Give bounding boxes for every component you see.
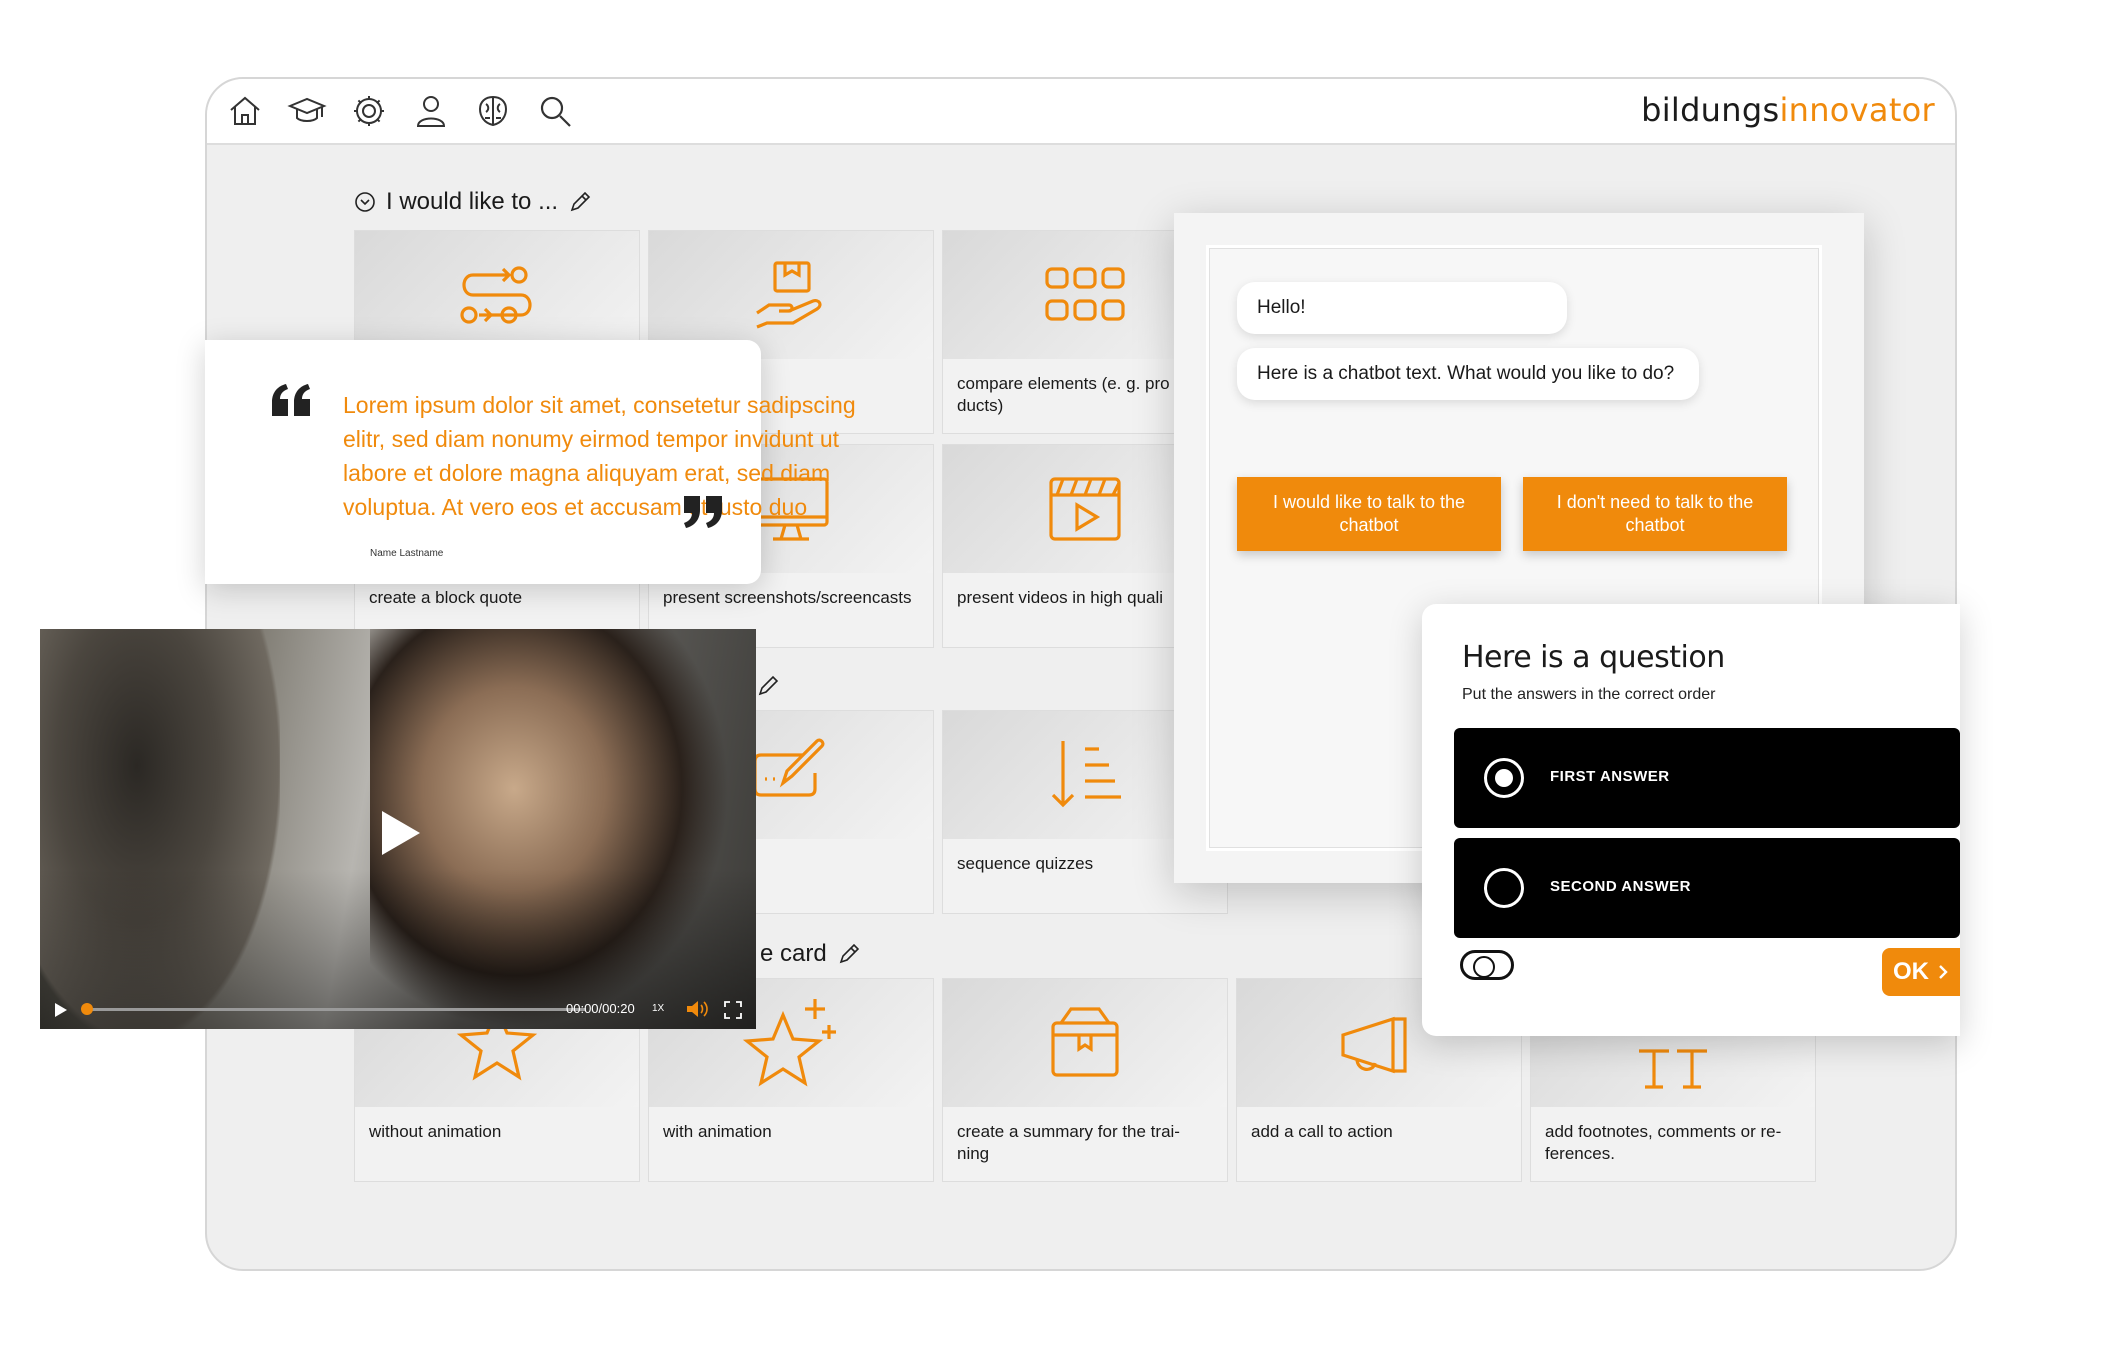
- home-icon[interactable]: [225, 91, 265, 131]
- play-small-icon[interactable]: [54, 1002, 68, 1018]
- section-title-text: e card: [760, 940, 827, 967]
- chevron-right-icon: [1939, 965, 1948, 979]
- top-bar: bildungsinnovator: [207, 79, 1955, 145]
- tile-label: present screenshots/screencasts: [663, 588, 912, 607]
- chat-message-text: Hello!: [1257, 297, 1306, 318]
- volume-icon[interactable]: [686, 1000, 708, 1018]
- video-clapper-icon: [1049, 477, 1121, 541]
- pencil-icon[interactable]: [837, 942, 861, 966]
- fullscreen-icon[interactable]: [724, 1001, 742, 1019]
- radio-selected-icon[interactable]: [1484, 758, 1524, 798]
- talk-to-chatbot-button[interactable]: I would like to talk to the chatbot: [1237, 477, 1501, 551]
- search-icon[interactable]: [535, 91, 575, 131]
- dont-talk-to-chatbot-button[interactable]: I don't need to talk to the chatbot: [1523, 477, 1787, 551]
- video-time: 00:00/00:20: [566, 1001, 635, 1016]
- video-controls: 00:00/00:20 1X: [40, 989, 756, 1029]
- section-title-text: I would like to ...: [386, 188, 559, 215]
- toggle-switch[interactable]: [1460, 950, 1514, 980]
- answer-option-2[interactable]: SECOND ANSWER: [1454, 838, 1960, 938]
- progress-handle[interactable]: [81, 1003, 93, 1015]
- pen-edit-icon: [753, 738, 825, 797]
- quote-author: Name Lastname: [370, 548, 444, 559]
- grid-icon: [1045, 267, 1125, 321]
- pencil-icon[interactable]: [756, 674, 780, 698]
- answer-label: SECOND ANSWER: [1550, 878, 1691, 895]
- play-icon[interactable]: [378, 809, 422, 857]
- nav-icons: [225, 91, 575, 131]
- video-player[interactable]: 00:00/00:20 1X: [40, 629, 756, 1029]
- answer-label: FIRST ANSWER: [1550, 768, 1670, 785]
- graduation-cap-icon[interactable]: [287, 91, 327, 131]
- sort-descending-icon: [1051, 741, 1121, 808]
- tile-label: add footnotes, comments or re- ferences.: [1545, 1122, 1782, 1163]
- chat-message-text: Here is a chatbot text. What would you l…: [1257, 363, 1675, 384]
- section-title-1[interactable]: I would like to ...: [354, 188, 592, 216]
- brand-part-2: innovator: [1779, 91, 1935, 129]
- user-icon[interactable]: [411, 91, 451, 131]
- path-flow-icon: [460, 266, 532, 324]
- answer-option-1[interactable]: FIRST ANSWER: [1454, 728, 1960, 828]
- video-progress-bar[interactable]: [81, 1003, 586, 1015]
- tile-label: add a call to action: [1251, 1122, 1393, 1141]
- playback-speed[interactable]: 1X: [652, 1003, 664, 1014]
- ok-button-label: OK: [1893, 958, 1929, 985]
- chat-bubble-1: Hello!: [1237, 282, 1567, 334]
- radio-unselected-icon[interactable]: [1484, 868, 1524, 908]
- brain-icon[interactable]: [473, 91, 513, 131]
- tile-summary[interactable]: create a summary for the trai- ning: [942, 978, 1228, 1182]
- question-title: Here is a question: [1462, 640, 1725, 675]
- brand-logo: bildungsinnovator: [1641, 91, 1935, 129]
- quote-close-icon: [684, 496, 722, 528]
- star-sparkle-icon: [743, 999, 836, 1087]
- section-title-3[interactable]: e card: [760, 940, 861, 968]
- tile-label: without animation: [369, 1122, 502, 1141]
- tile-label: create a block quote: [369, 588, 523, 607]
- quote-open-icon: [272, 384, 310, 416]
- chat-bubble-2: Here is a chatbot text. What would you l…: [1237, 348, 1699, 400]
- package-icon: [1051, 1007, 1119, 1077]
- question-card: Here is a question Put the answers in th…: [1422, 604, 1960, 1036]
- question-subtitle: Put the answers in the correct order: [1462, 686, 1716, 703]
- tile-label: create a summary for the trai- ning: [957, 1122, 1180, 1163]
- tile-label: with animation: [663, 1122, 772, 1141]
- quote-text: Lorem ipsum dolor sit amet, consetetur s…: [343, 392, 856, 520]
- megaphone-icon: [1341, 1016, 1407, 1074]
- gear-icon[interactable]: [349, 91, 389, 131]
- brand-part-1: bildungs: [1641, 91, 1780, 129]
- tile-image: [943, 979, 1227, 1107]
- quote-card: Lorem ipsum dolor sit amet, consetetur s…: [205, 340, 856, 584]
- hand-box-icon: [756, 261, 822, 329]
- ok-button[interactable]: OK: [1882, 948, 1960, 996]
- chevron-down-icon[interactable]: [354, 191, 376, 213]
- pencil-icon[interactable]: [568, 190, 592, 214]
